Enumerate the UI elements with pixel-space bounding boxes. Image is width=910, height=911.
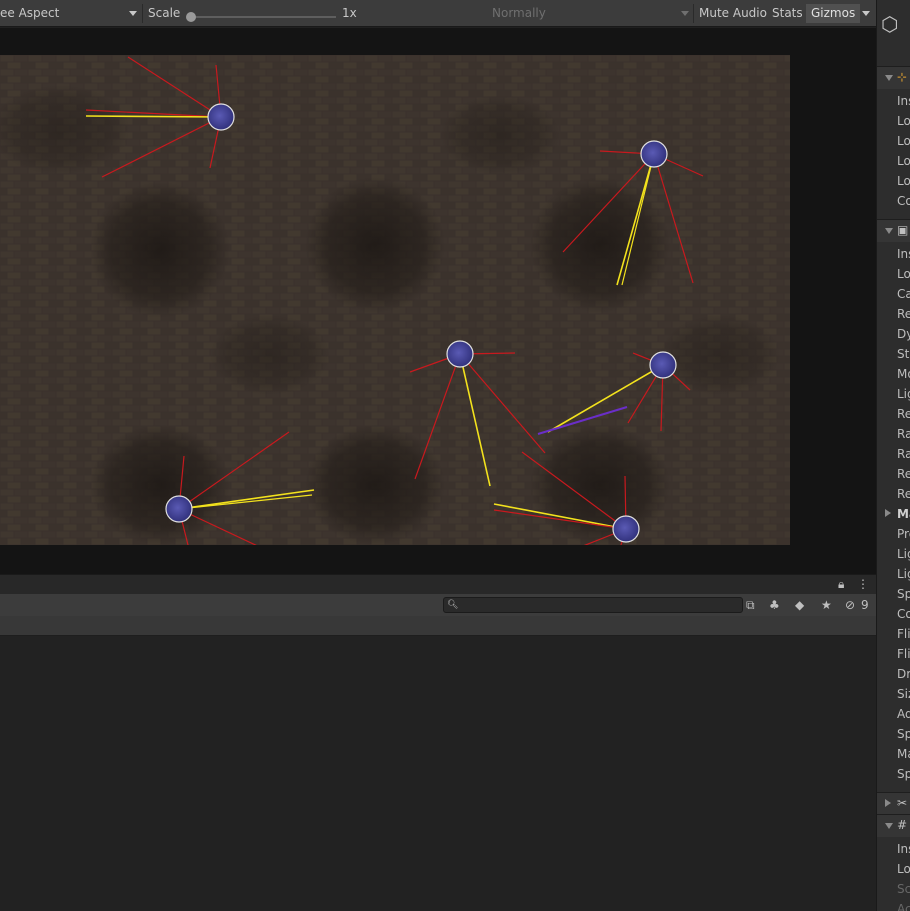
inspector-field-label: Lig: [897, 547, 910, 561]
inspector-field-label: Ins: [897, 94, 910, 108]
agent-body: [612, 515, 640, 543]
inspector-field-label: Mo: [897, 367, 910, 381]
vsync-dropdown-icon[interactable]: [681, 11, 689, 16]
aspect-dropdown-label[interactable]: ee Aspect: [0, 4, 59, 23]
inspector-field-label: Co: [897, 607, 910, 621]
lock-icon[interactable]: 🔒︎: [838, 576, 844, 592]
game-render[interactable]: [0, 55, 790, 545]
gameobject-cube-icon: ⬡: [881, 12, 899, 36]
gizmos-dropdown-icon[interactable]: [862, 11, 870, 16]
inspector-field-label: Lo: [897, 174, 910, 188]
inspector-field-label: Ac: [897, 902, 910, 911]
filter-component-icon[interactable]: ♣: [769, 597, 780, 613]
game-viewport[interactable]: [0, 28, 876, 574]
hidden-count: 9: [861, 598, 869, 612]
inspector-field-label: Dy: [897, 327, 910, 341]
bottom-panel-content[interactable]: [0, 636, 876, 911]
inspector-field-label: Sp: [897, 767, 910, 781]
inspector-field-label: Siz: [897, 687, 910, 701]
foldout-icon[interactable]: [885, 823, 893, 829]
agent-body: [446, 340, 474, 368]
component-header-transform[interactable]: ⊹: [877, 66, 910, 89]
inspector-field-label: Co: [897, 194, 910, 208]
agent-body: [640, 140, 668, 168]
script-icon: #: [897, 818, 908, 832]
foldout-icon[interactable]: [885, 75, 893, 81]
toolbar-separator: [142, 4, 143, 23]
inspector-field-label: Lig: [897, 387, 910, 401]
inspector-field-label: Re: [897, 487, 910, 501]
aspect-dropdown-icon[interactable]: [129, 11, 137, 16]
vsync-dropdown-label[interactable]: Normally: [492, 4, 546, 23]
agent-body: [207, 103, 235, 131]
section-title[interactable]: Ma: [897, 504, 910, 524]
scale-slider-track[interactable]: [192, 16, 336, 18]
search-input[interactable]: 🔍︎: [443, 597, 743, 613]
foldout-icon[interactable]: [885, 799, 891, 807]
inspector-field-label: Lo: [897, 134, 910, 148]
inspector-field-label: Ra: [897, 447, 910, 461]
more-options-icon[interactable]: ⋮: [857, 576, 869, 592]
inspector-panel: ⬡ ⊹ Ins Lo Lo Lo Lo Co ▣ Ins Lo Ca Re Dy Sta Mo Lig R…: [876, 0, 910, 911]
bottom-panel-subbar: [0, 616, 876, 636]
transform-icon: ⊹: [897, 70, 908, 84]
component-header-4[interactable]: ✂: [877, 792, 910, 815]
inspector-field-label: Re: [897, 307, 910, 321]
inspector-field-label: Lo: [897, 154, 910, 168]
inspector-field-label: Re: [897, 407, 910, 421]
inspector-field-label: Lig: [897, 567, 910, 581]
inspector-field-label: Re: [897, 467, 910, 481]
scale-slider-knob[interactable]: [186, 12, 196, 22]
inspector-field-label: Sp: [897, 587, 910, 601]
stats-button[interactable]: Stats: [767, 4, 808, 23]
scale-value: 1x: [342, 6, 357, 20]
hidden-eye-icon[interactable]: ⊘: [845, 597, 855, 613]
inspector-field-label: Lo: [897, 114, 910, 128]
gizmos-button[interactable]: Gizmos: [806, 4, 861, 23]
inspector-field-label: Dr: [897, 667, 910, 681]
filter-type-icon[interactable]: ⧉: [746, 597, 755, 613]
inspector-field-label: Lo: [897, 267, 910, 281]
foldout-icon[interactable]: [885, 228, 893, 234]
scale-label: Scale: [148, 6, 181, 20]
inspector-field-label: Sp: [897, 727, 910, 741]
game-view-toolbar: ee Aspect Scale 1x Normally Mute Audio S…: [0, 0, 876, 27]
inspector-field-label: Fli: [897, 647, 910, 661]
foldout-icon[interactable]: [885, 509, 891, 517]
component-icon: ▣: [897, 223, 909, 237]
sensor-ray-hit: [85, 115, 222, 118]
bottom-panel-toolbar: 🔍︎ ⧉ ♣ ◆ ★ ⊘ 9: [0, 594, 876, 616]
component-icon: ✂: [897, 796, 908, 810]
component-header-2[interactable]: ▣: [877, 219, 910, 242]
inspector-field-label: Ra: [897, 427, 910, 441]
mute-audio-button[interactable]: Mute Audio: [694, 4, 772, 23]
inspector-field-label: Ins: [897, 247, 910, 261]
inspector-field-label: Ma: [897, 747, 910, 761]
inspector-field-label: Sta: [897, 347, 910, 361]
inspector-field-label: Fli: [897, 627, 910, 641]
inspector-field-label: Ins: [897, 842, 910, 856]
component-header-script[interactable]: #: [877, 814, 910, 837]
inspector-field-label: Lo: [897, 862, 910, 876]
favorite-star-icon[interactable]: ★: [821, 597, 832, 613]
agent-body: [165, 495, 193, 523]
filter-label-icon[interactable]: ◆: [795, 597, 804, 613]
inspector-field-label: Sc: [897, 882, 910, 896]
bottom-panel-header: 🔒︎ ⋮: [0, 574, 876, 594]
agent-body: [649, 351, 677, 379]
inspector-field-label: Pre: [897, 527, 910, 541]
search-icon: 🔍︎: [447, 600, 459, 610]
inspector-field-label: Ca: [897, 287, 910, 301]
inspector-field-label: Ad: [897, 707, 910, 721]
